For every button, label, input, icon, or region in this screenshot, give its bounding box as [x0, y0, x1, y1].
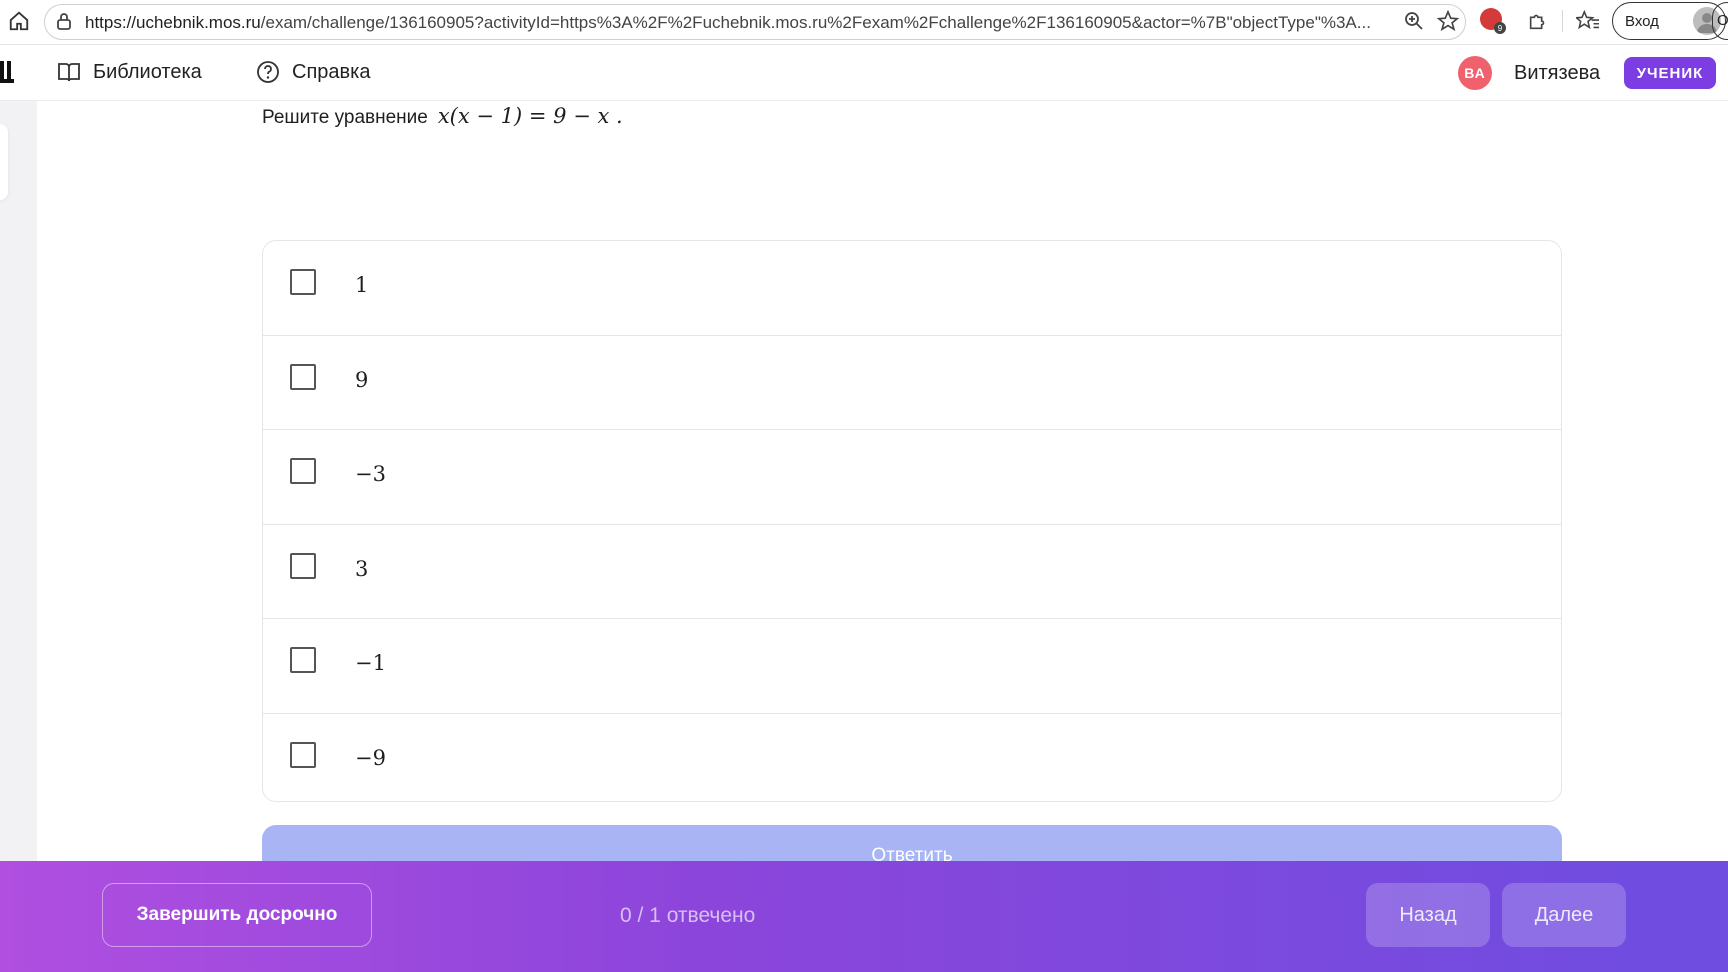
left-panel [0, 101, 37, 861]
nav-library[interactable]: Библиотека [57, 57, 202, 87]
answer-option[interactable]: 9 [263, 336, 1561, 430]
answer-option[interactable]: −1 [263, 619, 1561, 714]
address-bar[interactable]: https://uchebnik.mos.ru/exam/challenge/1… [44, 4, 1466, 40]
zoom-icon[interactable] [1401, 8, 1427, 34]
user-avatar[interactable]: ВА [1458, 56, 1492, 90]
footer-bar: Завершить досрочно 0 / 1 отвечено Назад … [0, 861, 1728, 972]
extension-badge-count: 9 [1494, 22, 1506, 34]
back-button[interactable]: Назад [1366, 883, 1490, 947]
left-panel-tab[interactable] [0, 124, 8, 200]
browser-login-button[interactable]: Вход [1612, 2, 1726, 40]
option-value: −3 [355, 462, 386, 486]
answer-option[interactable]: −9 [263, 714, 1561, 802]
option-checkbox[interactable] [290, 647, 316, 673]
url-host: https://uchebnik.mos.ru [85, 13, 261, 32]
bookmark-star-icon[interactable] [1435, 8, 1461, 34]
option-checkbox[interactable] [290, 458, 316, 484]
book-icon [58, 63, 80, 82]
home-icon[interactable] [6, 8, 32, 34]
help-icon [257, 61, 279, 83]
next-button[interactable]: Далее [1502, 883, 1626, 947]
answer-option[interactable]: 1 [263, 241, 1561, 336]
url-text[interactable]: https://uchebnik.mos.ru/exam/challenge/1… [85, 13, 1425, 33]
option-value: 3 [355, 556, 369, 581]
nav-help[interactable]: Справка [256, 57, 370, 87]
option-checkbox[interactable] [290, 269, 316, 295]
answer-option[interactable]: 3 [263, 525, 1561, 619]
option-value: 1 [355, 273, 369, 297]
option-value: 9 [355, 367, 369, 392]
answered-progress: 0 / 1 отвечено [620, 904, 756, 927]
option-value: −1 [355, 651, 386, 675]
answer-option[interactable]: −3 [263, 430, 1561, 525]
browser-toolbar: https://uchebnik.mos.ru/exam/challenge/1… [0, 0, 1728, 45]
login-label: Вход [1625, 12, 1659, 30]
option-checkbox[interactable] [290, 363, 316, 390]
option-checkbox[interactable] [290, 552, 316, 579]
extensions-puzzle-icon[interactable] [1525, 8, 1551, 34]
url-path: /exam/challenge/136160905?activityId=htt… [260, 13, 1371, 32]
nav-help-label: Справка [292, 60, 371, 83]
toolbar-divider [1562, 10, 1563, 32]
truncated-label: Ос [1717, 12, 1728, 29]
option-checkbox[interactable] [290, 741, 316, 768]
logo[interactable] [0, 59, 14, 83]
browser-truncated-button[interactable]: Ос [1712, 2, 1728, 40]
favorites-icon[interactable] [1575, 8, 1601, 34]
extension-icon[interactable]: 9 [1480, 8, 1506, 34]
finish-early-button[interactable]: Завершить досрочно [102, 883, 372, 947]
question-prompt: Решите уравнение [262, 107, 428, 128]
question-text: Решите уравнение x(x − 1) = 9 − x . [262, 104, 623, 129]
nav-library-label: Библиотека [93, 60, 202, 83]
app-header: Библиотека Справка ВА Витязева УЧЕНИК [0, 45, 1728, 101]
role-badge: УЧЕНИК [1624, 57, 1716, 89]
answer-options: 1 9 −3 3 −1 −9 [262, 240, 1562, 802]
question-equation: x(x − 1) = 9 − x . [437, 104, 623, 128]
user-name[interactable]: Витязева [1514, 62, 1600, 85]
option-value: −9 [355, 745, 386, 770]
lock-icon[interactable] [51, 8, 77, 34]
